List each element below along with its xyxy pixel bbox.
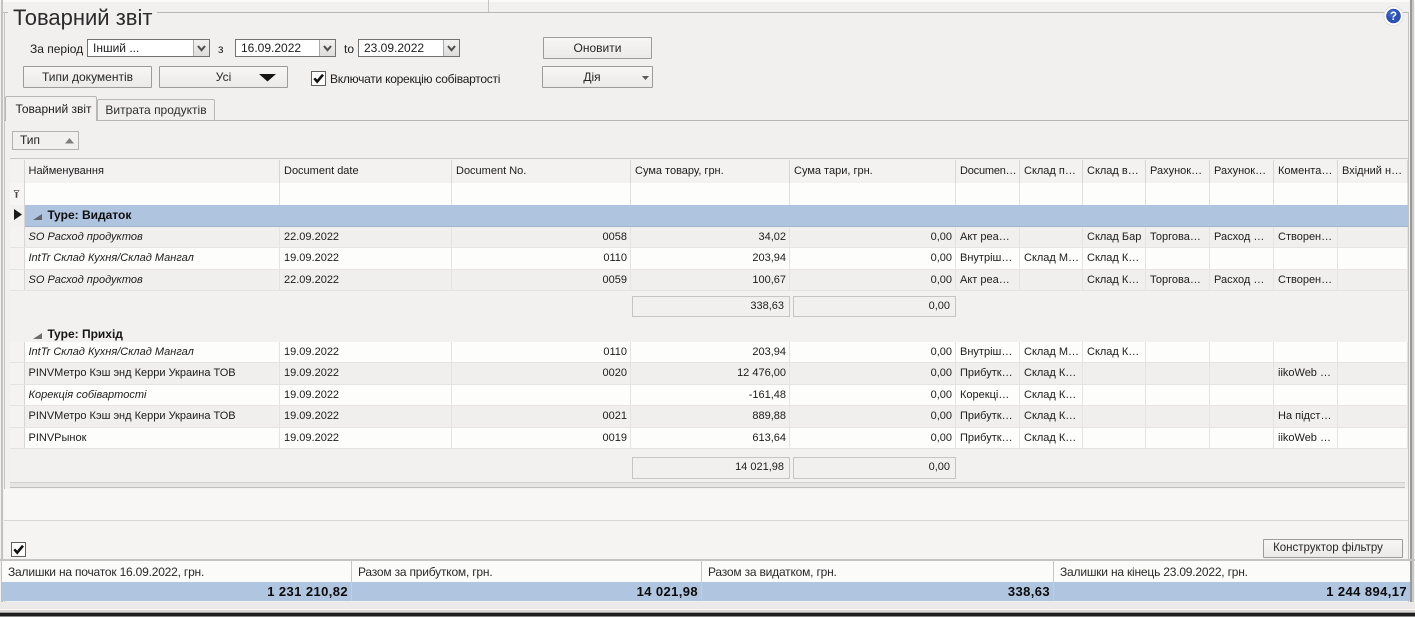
svg-text:?: ? [1390, 11, 1397, 23]
